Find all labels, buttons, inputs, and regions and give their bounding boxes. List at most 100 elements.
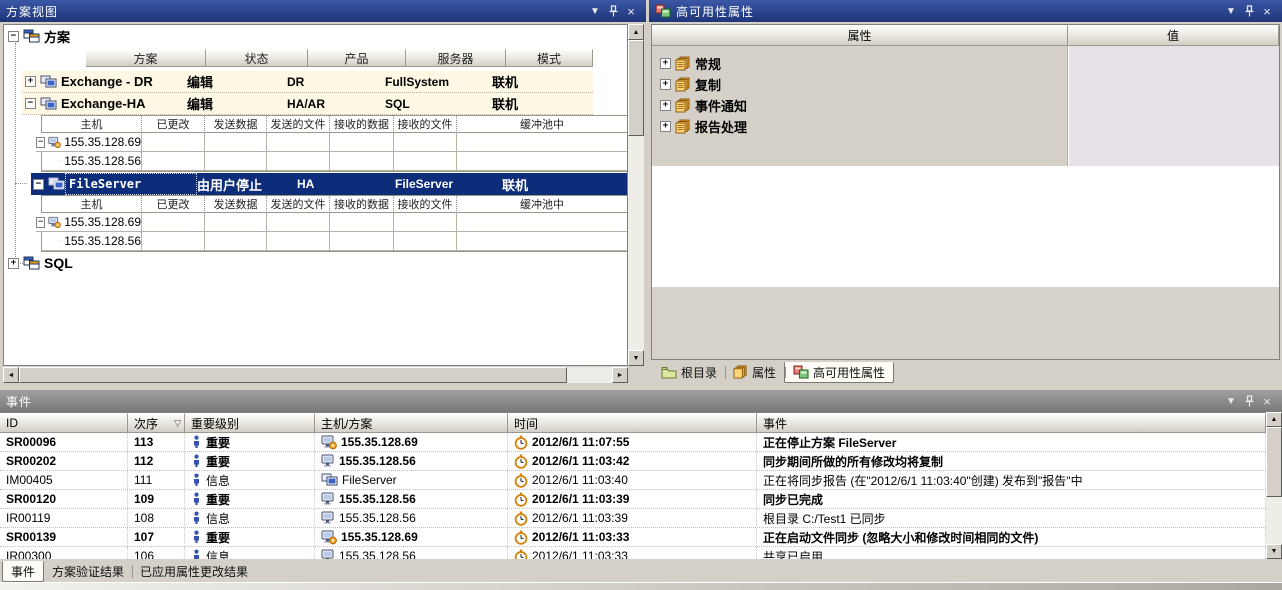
property-pages-icon — [675, 77, 691, 92]
event-row[interactable]: SR00096 113 重要 155.35.128.69 2012/6/1 11… — [0, 433, 1266, 452]
host-col-header[interactable]: 已更改 — [142, 116, 205, 133]
clock-icon — [514, 435, 528, 450]
replica-host-icon — [321, 549, 335, 559]
pin-icon[interactable] — [604, 3, 622, 19]
scenario-row-fileserver[interactable]: − FileServer 由用户停止 HA FileServer 联机 — [31, 173, 628, 195]
event-row[interactable]: SR00202 112 重要 155.35.128.56 2012/6/1 11… — [0, 452, 1266, 471]
expand-icon[interactable]: + — [25, 76, 36, 87]
host-col-header[interactable]: 接收的文件 — [394, 116, 457, 133]
event-row[interactable]: IR00300 106 信息 155.35.128.56 2012/6/1 11… — [0, 547, 1266, 559]
col-header-id[interactable]: ID — [0, 413, 128, 433]
host-col-header[interactable]: 缓冲池中 — [457, 116, 628, 133]
expand-icon[interactable]: + — [660, 79, 671, 90]
application-window: 方案视图 ▼ × − 方案 方案 状态 产品 服务器 — [0, 0, 1282, 590]
col-header-server[interactable]: 服务器 — [406, 49, 506, 67]
col-header-property[interactable]: 属性 — [652, 25, 1068, 46]
property-group-label: 事件通知 — [695, 96, 747, 115]
event-row[interactable]: IR00119 108 信息 155.35.128.56 2012/6/1 11… — [0, 509, 1266, 528]
property-group-report-handling[interactable]: + 报告处理 — [660, 116, 747, 136]
col-header-host-scenario[interactable]: 主机/方案 — [315, 413, 508, 433]
col-header-severity[interactable]: 重要级别 — [185, 413, 315, 433]
menu-dropdown-icon[interactable]: ▼ — [1222, 393, 1240, 409]
host-row-replica[interactable]: 155.35.128.56 — [42, 152, 142, 171]
event-sequence-cell: 111 — [128, 471, 185, 489]
event-row[interactable]: SR00120 109 重要 155.35.128.56 2012/6/1 11… — [0, 490, 1266, 509]
pin-icon[interactable] — [1240, 3, 1258, 19]
scenario-row-exchange-ha[interactable]: − Exchange-HA 编辑 HA/AR SQL 联机 — [22, 93, 593, 115]
event-row[interactable]: SR00139 107 重要 155.35.128.69 2012/6/1 11… — [0, 528, 1266, 547]
col-header-value[interactable]: 值 — [1068, 25, 1279, 46]
expand-icon[interactable]: + — [8, 258, 19, 269]
tab-scenario-validation-results[interactable]: 方案验证结果 — [44, 561, 132, 582]
property-group-general[interactable]: + 常规 — [660, 53, 721, 73]
col-header-sequence[interactable]: 次序▽ — [128, 413, 185, 433]
host-col-header[interactable]: 主机 — [42, 116, 142, 133]
collapse-icon[interactable]: − — [8, 31, 19, 42]
col-header-mode[interactable]: 模式 — [506, 49, 593, 67]
col-header-time[interactable]: 时间 — [508, 413, 757, 433]
scroll-right-icon[interactable]: ► — [612, 367, 628, 383]
scenario-status: 由用户停止 — [197, 173, 297, 195]
host-row-master[interactable]: − 155.35.128.69 — [36, 133, 142, 152]
collapse-icon[interactable]: − — [36, 217, 45, 228]
host-col-header[interactable]: 发送的文件 — [267, 116, 330, 133]
tab-applied-property-changes[interactable]: 已应用属性更改结果 — [132, 561, 256, 582]
tab-label: 根目录 — [681, 364, 717, 381]
expand-icon[interactable]: + — [660, 121, 671, 132]
property-group-replication[interactable]: + 复制 — [660, 74, 721, 94]
host-col-header[interactable]: 接收的文件 — [394, 196, 457, 213]
property-group-event-notification[interactable]: + 事件通知 — [660, 95, 747, 115]
host-col-header[interactable]: 接收的数据 — [330, 196, 394, 213]
host-col-header[interactable]: 缓冲池中 — [457, 196, 628, 213]
scroll-up-icon[interactable]: ▲ — [1266, 412, 1282, 427]
event-row[interactable]: IM00405 111 信息 FileServer 2012/6/1 11:03… — [0, 471, 1266, 490]
collapse-icon[interactable]: − — [25, 98, 36, 109]
menu-dropdown-icon[interactable]: ▼ — [586, 3, 604, 19]
col-header-scenario[interactable]: 方案 — [86, 49, 206, 67]
scroll-down-icon[interactable]: ▼ — [628, 350, 644, 366]
tab-root-directory[interactable]: 根目录 — [653, 362, 725, 383]
menu-dropdown-icon[interactable]: ▼ — [1222, 3, 1240, 19]
collapse-icon[interactable]: − — [33, 179, 44, 190]
property-pages-icon — [675, 98, 691, 113]
tab-ha-properties[interactable]: 高可用性属性 — [784, 362, 894, 383]
scenario-product: HA — [297, 173, 395, 195]
host-col-header[interactable]: 接收的数据 — [330, 116, 394, 133]
event-host-cell: 155.35.128.69 — [315, 433, 508, 451]
expand-icon[interactable]: + — [660, 58, 671, 69]
tab-properties[interactable]: 属性 — [725, 362, 784, 383]
property-group-label: 报告处理 — [695, 117, 747, 136]
expand-icon[interactable]: + — [660, 100, 671, 111]
tree-node-scenarios-root[interactable]: − 方案 — [8, 27, 70, 45]
event-id-cell: IR00119 — [0, 509, 128, 527]
tab-events[interactable]: 事件 — [2, 561, 44, 582]
events-vscrollbar[interactable]: ▲ ▼ — [1266, 412, 1282, 559]
scroll-left-icon[interactable]: ◄ — [3, 367, 19, 383]
sql-group-label: SQL — [44, 255, 73, 271]
col-header-event[interactable]: 事件 — [757, 413, 1266, 433]
host-col-header[interactable]: 发送数据 — [205, 116, 267, 133]
col-header-status[interactable]: 状态 — [206, 49, 308, 67]
scroll-up-icon[interactable]: ▲ — [628, 24, 644, 40]
host-col-header[interactable]: 发送数据 — [205, 196, 267, 213]
host-row-replica[interactable]: 155.35.128.56 — [42, 232, 142, 251]
close-icon[interactable]: × — [622, 3, 640, 19]
close-icon[interactable]: × — [1258, 393, 1276, 409]
tree-node-sql-group[interactable]: + SQL — [8, 255, 73, 271]
host-col-header[interactable]: 已更改 — [142, 196, 205, 213]
col-header-product[interactable]: 产品 — [308, 49, 406, 67]
host-col-header[interactable]: 发送的文件 — [267, 196, 330, 213]
clock-icon — [514, 511, 528, 526]
severity-info-icon — [191, 454, 202, 468]
clock-icon — [514, 549, 528, 560]
master-host-icon — [48, 215, 61, 230]
pin-icon[interactable] — [1240, 393, 1258, 409]
scenario-group-icon — [23, 256, 40, 270]
host-col-header[interactable]: 主机 — [42, 196, 142, 213]
collapse-icon[interactable]: − — [36, 137, 45, 148]
scenario-view-panel: 方案视图 ▼ × − 方案 方案 状态 产品 服务器 — [0, 0, 646, 390]
close-icon[interactable]: × — [1258, 3, 1276, 19]
host-row-master[interactable]: − 155.35.128.69 — [36, 213, 142, 232]
scroll-down-icon[interactable]: ▼ — [1266, 544, 1282, 559]
scenario-row-exchange-dr[interactable]: + Exchange - DR 编辑 DR FullSystem 联机 — [22, 71, 593, 93]
